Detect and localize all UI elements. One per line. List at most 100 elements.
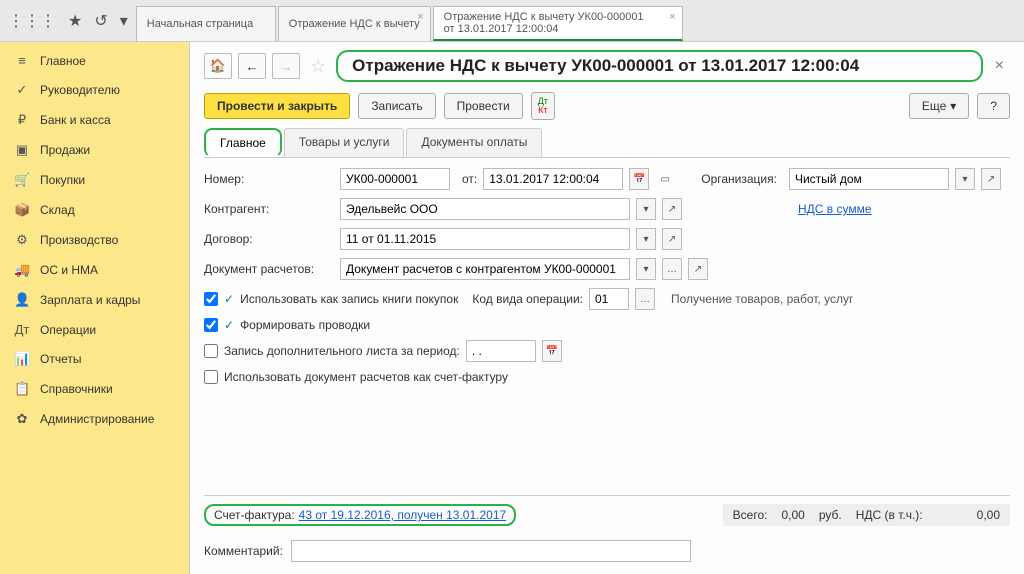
- sidebar: ≡ Главное ✓Руководителю ₽Банк и касса ▣ Пр…: [0, 42, 190, 574]
- sidebar-item-bank[interactable]: ₽Банк и касса: [0, 105, 189, 135]
- tab-document-active[interactable]: Отражение НДС к вычету УК00-000001 от 13…: [433, 6, 683, 41]
- sidebar-item-payroll[interactable]: 👤Зарплата и кадры: [0, 285, 189, 315]
- org-label: Организация:: [701, 172, 777, 186]
- post-and-close-button[interactable]: Провести и закрыть: [204, 93, 350, 119]
- dropdown-icon[interactable]: ▾: [636, 258, 656, 280]
- write-button[interactable]: Записать: [358, 93, 435, 119]
- vat-value: 0,00: [977, 508, 1000, 522]
- tab-vat-deduction[interactable]: Отражение НДС к вычету ×: [278, 6, 431, 41]
- menu-icon: ≡: [14, 53, 30, 68]
- sidebar-item-admin[interactable]: ✿ Администрирование: [0, 404, 189, 434]
- sidebar-item-reports[interactable]: 📊Отчеты: [0, 344, 189, 374]
- tab-label: Отражение НДС к вычету: [289, 18, 420, 30]
- opcode-input[interactable]: [589, 288, 629, 310]
- checkbox-label: Формировать проводки: [240, 318, 370, 332]
- open-icon[interactable]: ↗: [662, 198, 682, 220]
- sidebar-item-label: ОС и НМА: [40, 263, 98, 277]
- sidebar-item-label: Продажи: [40, 143, 90, 157]
- cart-icon: 🛒: [14, 172, 30, 188]
- person-icon: 👤: [14, 292, 30, 308]
- gear-icon: ⚙: [14, 232, 30, 248]
- contract-input[interactable]: [340, 228, 630, 250]
- ellipsis-icon[interactable]: …: [635, 288, 655, 310]
- open-icon[interactable]: ↗: [662, 228, 682, 250]
- total-value: 0,00: [781, 508, 804, 522]
- comment-input[interactable]: [291, 540, 691, 562]
- forward-button[interactable]: →: [272, 53, 300, 79]
- date-input[interactable]: [483, 168, 623, 190]
- list-icon: 📋: [14, 381, 30, 397]
- open-icon[interactable]: ↗: [688, 258, 708, 280]
- calcdoc-input[interactable]: [340, 258, 630, 280]
- sidebar-item-manager[interactable]: ✓Руководителю: [0, 75, 189, 105]
- vat-mode-link[interactable]: НДС в сумме: [798, 202, 872, 216]
- number-input[interactable]: [340, 168, 450, 190]
- vat-label: НДС (в т.ч.):: [856, 508, 923, 522]
- subtab-paydocs[interactable]: Документы оплаты: [406, 128, 542, 157]
- subtab-main[interactable]: Главное: [204, 128, 282, 157]
- dropdown-icon[interactable]: ▾: [636, 228, 656, 250]
- open-icon[interactable]: ↗: [981, 168, 1001, 190]
- sidebar-item-assets[interactable]: 🚚 ОС и НМА: [0, 255, 189, 285]
- favorite-icon[interactable]: ☆: [306, 56, 330, 77]
- chart-icon: ✓: [14, 82, 30, 98]
- sidebar-item-sales[interactable]: ▣ Продажи: [0, 135, 189, 165]
- sidebar-item-catalogs[interactable]: 📋Справочники: [0, 374, 189, 404]
- contragent-input[interactable]: [340, 198, 630, 220]
- close-icon[interactable]: ×: [417, 11, 423, 23]
- sidebar-item-label: Главное: [40, 54, 86, 68]
- tab-home[interactable]: Начальная страница: [136, 6, 276, 41]
- org-input[interactable]: [789, 168, 949, 190]
- dtkt-button[interactable]: ДтКт: [531, 92, 555, 120]
- post-button[interactable]: Провести: [444, 93, 523, 119]
- sidebar-item-production[interactable]: ⚙Производство: [0, 225, 189, 255]
- sidebar-item-main[interactable]: ≡ Главное: [0, 46, 189, 75]
- truck-icon: 🚚: [14, 262, 30, 278]
- settings-icon: ✿: [14, 411, 30, 427]
- page-title: Отражение НДС к вычету УК00-000001 от 13…: [336, 50, 983, 82]
- contragent-label: Контрагент:: [204, 202, 334, 216]
- purchase-book-checkbox[interactable]: ✓Использовать как запись книги покупок: [204, 292, 458, 306]
- history-icon[interactable]: ↺: [94, 11, 107, 31]
- sidebar-item-purchases[interactable]: 🛒Покупки: [0, 165, 189, 195]
- close-icon[interactable]: ×: [989, 57, 1010, 75]
- calendar-icon[interactable]: 📅: [629, 168, 649, 190]
- subtab-goods[interactable]: Товары и услуги: [284, 128, 405, 157]
- tab-sublabel: от 13.01.2017 12:00:04: [444, 23, 672, 35]
- calcdoc-label: Документ расчетов:: [204, 262, 334, 276]
- ruble-icon: ₽: [14, 112, 30, 128]
- comment-label: Комментарий:: [204, 544, 283, 558]
- close-icon[interactable]: ×: [669, 11, 675, 23]
- checkbox-label: Запись дополнительного листа за период:: [224, 344, 460, 358]
- period-input[interactable]: [466, 340, 536, 362]
- contract-label: Договор:: [204, 232, 334, 246]
- dropdown-icon[interactable]: ▾: [636, 198, 656, 220]
- opcode-description: Получение товаров, работ, услуг: [671, 292, 853, 306]
- additional-sheet-checkbox[interactable]: Запись дополнительного листа за период:: [204, 344, 460, 358]
- dropdown-icon[interactable]: ▾: [955, 168, 975, 190]
- sidebar-item-label: Администрирование: [40, 412, 154, 426]
- use-calcdoc-as-invoice-checkbox[interactable]: Использовать документ расчетов как счет-…: [204, 370, 508, 384]
- more-button[interactable]: Еще▾: [909, 93, 969, 119]
- form-postings-checkbox[interactable]: ✓Формировать проводки: [204, 318, 370, 332]
- calendar-icon[interactable]: 📅: [542, 340, 562, 362]
- tab-label: Начальная страница: [147, 18, 265, 30]
- checkbox-label: Использовать документ расчетов как счет-…: [224, 370, 508, 384]
- sidebar-item-warehouse[interactable]: 📦Склад: [0, 195, 189, 225]
- currency-label: руб.: [819, 508, 842, 522]
- back-button[interactable]: ←: [238, 53, 266, 79]
- invoice-link[interactable]: 43 от 19.12.2016, получен 13.01.2017: [299, 508, 507, 522]
- sidebar-item-operations[interactable]: Дт Операции: [0, 315, 189, 344]
- dropdown-icon[interactable]: ▾: [120, 11, 128, 31]
- help-button[interactable]: ?: [977, 93, 1010, 119]
- apps-icon[interactable]: ⋮⋮⋮: [8, 11, 56, 31]
- status-icon: ▭: [655, 168, 675, 190]
- star-icon[interactable]: ★: [68, 11, 82, 31]
- sidebar-item-label: Операции: [40, 323, 96, 337]
- ellipsis-icon[interactable]: …: [662, 258, 682, 280]
- more-label: Еще: [922, 99, 946, 113]
- top-icons: ⋮⋮⋮ ★ ↺ ▾: [0, 0, 136, 41]
- dtkt-icon: Дт: [14, 322, 30, 337]
- sales-icon: ▣: [14, 142, 30, 158]
- home-icon[interactable]: 🏠: [204, 53, 232, 79]
